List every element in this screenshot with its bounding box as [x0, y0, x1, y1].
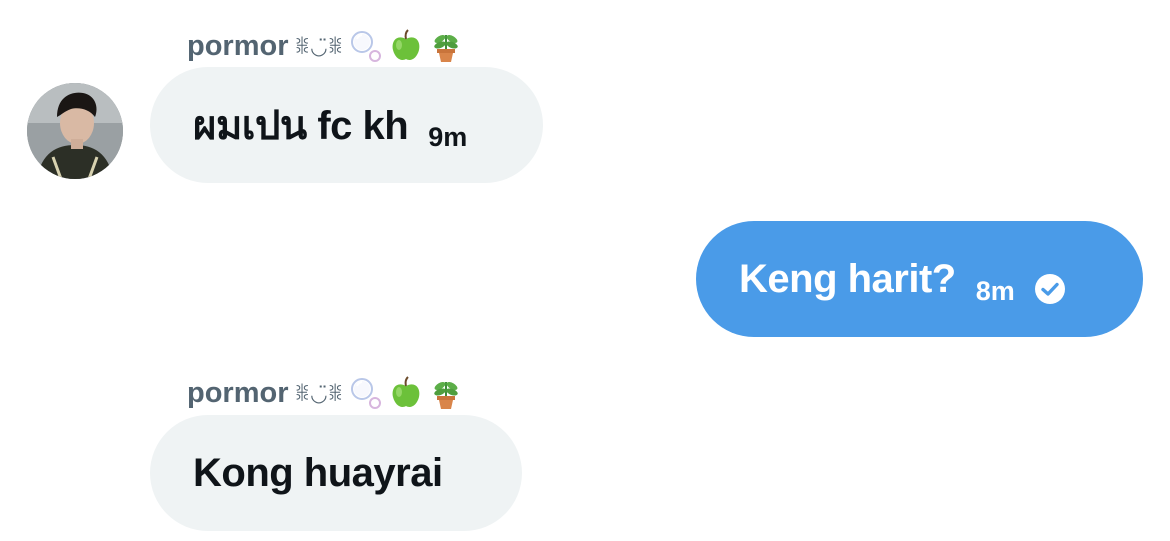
bubbles-icon: [351, 31, 382, 62]
message-text: Kong huayrai: [193, 450, 443, 495]
green-apple-icon: [392, 376, 420, 407]
sender-decoration: ꒌ◡̈ꒌ: [294, 382, 344, 406]
sender-decoration: ꒌ◡̈ꒌ: [294, 35, 344, 59]
message-time: 9m: [428, 121, 468, 152]
message-bubble-incoming[interactable]: Kong huayrai: [150, 415, 522, 531]
potted-plant-icon: [434, 35, 458, 62]
bubbles-icon: [351, 378, 382, 409]
avatar-photo: [27, 83, 123, 179]
potted-plant-icon: [434, 382, 458, 409]
sender-header: pormor ꒌ◡̈ꒌ: [187, 371, 463, 415]
message-time: 8m: [975, 275, 1015, 306]
message-bubble-outgoing[interactable]: Keng harit? 8m: [696, 221, 1143, 337]
check-circle-icon: [1034, 274, 1065, 304]
message-text: Keng harit?: [739, 256, 956, 301]
message-bubble-incoming[interactable]: ผมเปน fc kh 9m: [150, 67, 543, 183]
dm-conversation: pormor ꒌ◡̈ꒌ ผมเปน fc kh 9m Keng harit? 8…: [0, 0, 1170, 541]
sender-name: pormor: [187, 29, 289, 62]
sender-header: pormor ꒌ◡̈ꒌ: [187, 24, 463, 68]
green-apple-icon: [392, 29, 420, 60]
avatar[interactable]: [27, 83, 123, 179]
sender-name: pormor: [187, 376, 289, 409]
message-text: ผมเปน fc kh: [193, 104, 409, 148]
